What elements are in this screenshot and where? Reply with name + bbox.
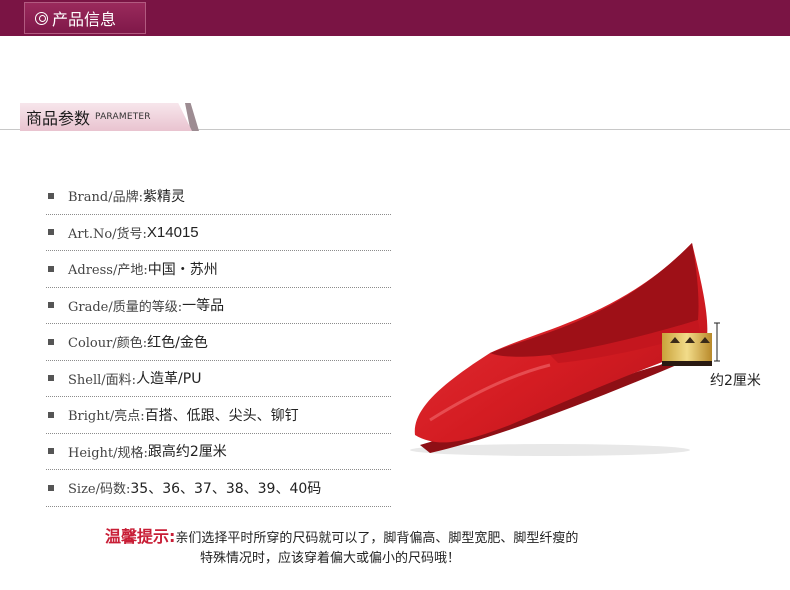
spec-value: 百搭、低跟、尖头、铆钉 bbox=[144, 407, 299, 424]
bullet-icon bbox=[48, 265, 54, 272]
spec-label: Bright/亮点: bbox=[68, 409, 145, 425]
spec-value: 35、36、37、38、39、40码 bbox=[130, 480, 322, 497]
spec-row-shell: Shell/面料: 人造革/PU bbox=[46, 361, 391, 397]
section-header: 商品参数 PARAMETER bbox=[20, 103, 192, 131]
spec-label: Size/码数: bbox=[68, 482, 131, 498]
spec-list: Brand/品牌: 紫精灵 Art.No/货号: X14015 Adress/产… bbox=[46, 178, 391, 507]
spec-label: Shell/面料: bbox=[68, 372, 137, 388]
spec-label: Colour/颜色: bbox=[68, 336, 148, 352]
spec-row-grade: Grade/质量的等级: 一等品 bbox=[46, 288, 391, 324]
header-bar: 产品信息 bbox=[0, 0, 790, 36]
spec-row-colour: Colour/颜色: 红色/金色 bbox=[46, 324, 391, 361]
spec-label: Art.No/货号: bbox=[68, 226, 147, 242]
spec-label: Grade/质量的等级: bbox=[68, 299, 183, 315]
circle-icon bbox=[35, 11, 48, 25]
bullet-icon bbox=[48, 192, 54, 199]
spec-value: 人造革/PU bbox=[136, 371, 202, 388]
bullet-icon bbox=[48, 229, 54, 236]
bullet-icon bbox=[48, 448, 54, 455]
spec-row-height: Height/规格: 跟高约2厘米 bbox=[46, 434, 391, 470]
spec-label: Brand/品牌: bbox=[68, 190, 143, 206]
spec-row-art-no: Art.No/货号: X14015 bbox=[46, 215, 391, 251]
shoe-image bbox=[410, 243, 712, 456]
height-bracket-icon bbox=[714, 322, 720, 362]
spec-value: 红色/金色 bbox=[147, 334, 208, 351]
spec-value: 紫精灵 bbox=[142, 188, 185, 205]
tip-block: 温馨提示:亲们选择平时所穿的尺码就可以了，脚背偏高、脚型宽肥、脚型纤瘦的 特殊情… bbox=[105, 523, 725, 566]
heel-height-label: 约2厘米 bbox=[710, 373, 761, 389]
bullet-icon bbox=[48, 484, 54, 491]
spec-label: Adress/产地: bbox=[68, 263, 148, 279]
section-subtitle: PARAMETER bbox=[95, 112, 151, 122]
section-title: 商品参数 bbox=[26, 109, 91, 128]
spec-value: 一等品 bbox=[182, 298, 225, 315]
bullet-icon bbox=[48, 375, 54, 382]
tip-title: 温馨提示: bbox=[105, 527, 176, 546]
spec-row-size: Size/码数: 35、36、37、38、39、40码 bbox=[46, 470, 391, 507]
spec-label: Height/规格: bbox=[68, 445, 148, 461]
spec-row-address: Adress/产地: 中国・苏州 bbox=[46, 251, 391, 288]
spec-value: 跟高约2厘米 bbox=[147, 444, 227, 461]
spec-row-bright: Bright/亮点: 百搭、低跟、尖头、铆钉 bbox=[46, 397, 391, 434]
header-title: 产品信息 bbox=[52, 10, 117, 29]
header-tab: 产品信息 bbox=[24, 2, 146, 34]
tip-line-2: 特殊情况时，应该穿着偏大或偏小的尺码哦！ bbox=[200, 551, 461, 566]
spec-value: X14015 bbox=[146, 223, 199, 241]
spec-value: 中国・苏州 bbox=[147, 261, 218, 278]
bullet-icon bbox=[48, 338, 54, 345]
bullet-icon bbox=[48, 411, 54, 418]
bullet-icon bbox=[48, 302, 54, 309]
spec-row-brand: Brand/品牌: 紫精灵 bbox=[46, 178, 391, 215]
tip-line-1: 亲们选择平时所穿的尺码就可以了，脚背偏高、脚型宽肥、脚型纤瘦的 bbox=[175, 531, 579, 546]
